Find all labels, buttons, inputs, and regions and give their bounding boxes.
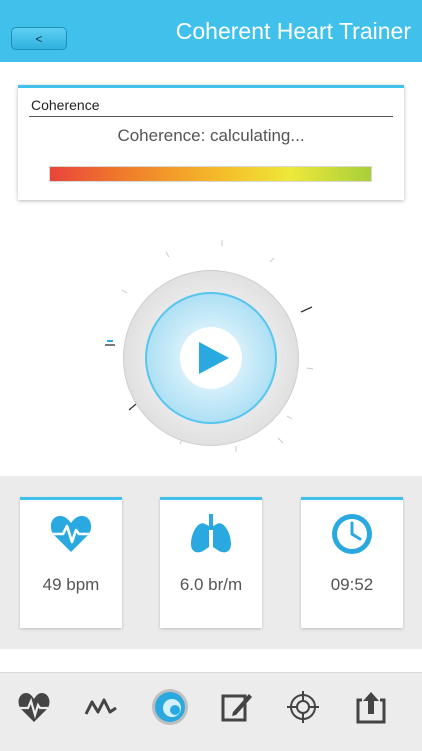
app-header: < Coherent Heart Trainer (0, 0, 422, 62)
breath-rate-value: 6.0 br/m (179, 575, 243, 594)
tab-journal[interactable] (219, 690, 253, 724)
lungs-icon (191, 514, 231, 553)
coherence-globe-icon (152, 689, 188, 725)
coherence-card-title: Coherence (31, 97, 100, 113)
session-time-value: 09:52 (330, 575, 374, 594)
bottom-tab-bar (0, 672, 422, 751)
coherence-gradient-bar (49, 166, 372, 182)
coherence-status: Coherence: calculating... (117, 126, 305, 145)
stats-panel: 49 bpm 6.0 br/m 09:52 (0, 476, 422, 649)
play-button[interactable] (180, 327, 242, 389)
divider (29, 116, 393, 117)
tab-coherence[interactable] (151, 688, 189, 726)
coherence-card: Coherence Coherence: calculating... (18, 85, 404, 200)
tab-heart-rate[interactable] (17, 690, 51, 724)
heart-rate-card: 49 bpm (20, 497, 122, 628)
target-icon (287, 691, 319, 723)
heart-pulse-icon (18, 693, 50, 722)
waveform-icon (84, 698, 117, 715)
breath-rate-card: 6.0 br/m (160, 497, 262, 628)
breathing-dial (102, 238, 318, 454)
dial-inner-ring (145, 292, 277, 424)
share-icon (356, 692, 386, 724)
tab-waveform[interactable] (84, 690, 118, 724)
session-time-card: 09:52 (301, 497, 403, 628)
tab-target[interactable] (286, 690, 320, 724)
back-button[interactable]: < (11, 27, 67, 50)
dial-outer-ring (123, 270, 299, 446)
clock-icon (332, 514, 372, 554)
edit-note-icon (221, 694, 252, 722)
app-title: Coherent Heart Trainer (175, 18, 411, 44)
play-icon (199, 342, 229, 374)
heart-rate-icon (50, 516, 92, 552)
tab-share[interactable] (354, 690, 388, 724)
heart-rate-value: 49 bpm (42, 575, 100, 594)
